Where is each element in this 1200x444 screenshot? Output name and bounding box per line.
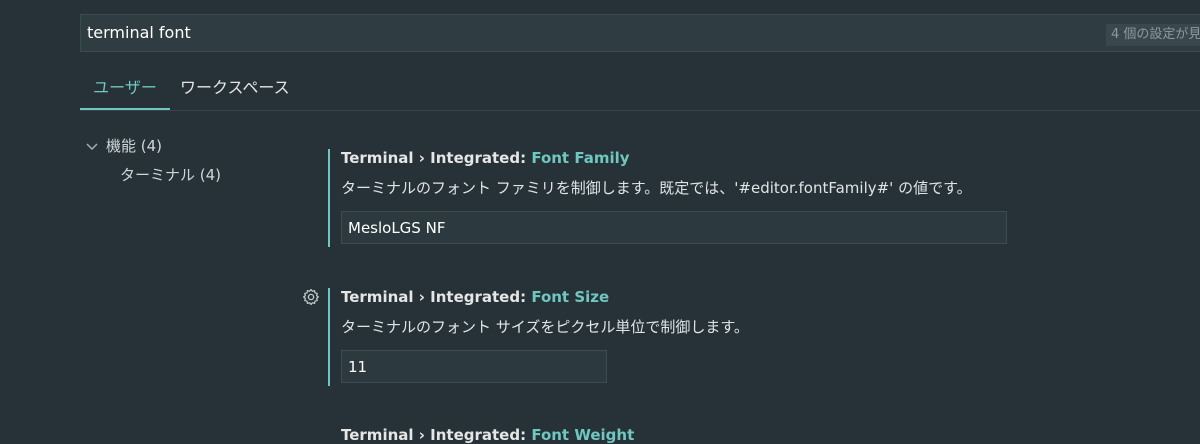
setting-title-key: Font Family	[531, 149, 630, 167]
setting-title: Terminal › Integrated: Font Family	[341, 149, 630, 167]
tab-workspace[interactable]: ワークスペース	[180, 74, 290, 108]
chevron-down-icon	[86, 140, 102, 155]
modified-indicator	[328, 149, 330, 247]
setting-description: ターミナルのフォント サイズをピクセル単位で制御します。	[341, 318, 749, 336]
tree-item-features-label: 機能 (4)	[106, 137, 163, 155]
tree-item-features[interactable]: 機能 (4)	[86, 135, 162, 156]
search-box: 4 個の設定が見	[80, 14, 1200, 52]
setting-title: Terminal › Integrated: Font Size	[341, 288, 609, 306]
setting-title-key: Font Weight	[531, 426, 635, 444]
tab-user[interactable]: ユーザー	[80, 74, 170, 110]
modified-indicator	[328, 288, 330, 386]
tabs-divider	[80, 110, 1200, 111]
font-family-input[interactable]	[341, 211, 1007, 244]
search-input[interactable]	[87, 15, 987, 51]
setting-title-prefix: Terminal › Integrated:	[341, 426, 532, 444]
setting-title-key: Font Size	[531, 288, 610, 306]
result-count-badge: 4 個の設定が見	[1106, 24, 1200, 46]
setting-description: ターミナルのフォント ファミリを制御します。既定では、'#editor.font…	[341, 179, 972, 197]
gear-icon[interactable]	[302, 288, 320, 306]
setting-title-prefix: Terminal › Integrated:	[341, 288, 532, 306]
setting-title: Terminal › Integrated: Font Weight	[341, 426, 634, 444]
settings-editor: 4 個の設定が見 ユーザー ワークスペース 機能 (4) ターミナル (4) T…	[0, 0, 1200, 444]
font-size-input[interactable]	[341, 350, 607, 383]
tree-item-terminal[interactable]: ターミナル (4)	[120, 164, 221, 185]
setting-title-prefix: Terminal › Integrated:	[341, 149, 532, 167]
